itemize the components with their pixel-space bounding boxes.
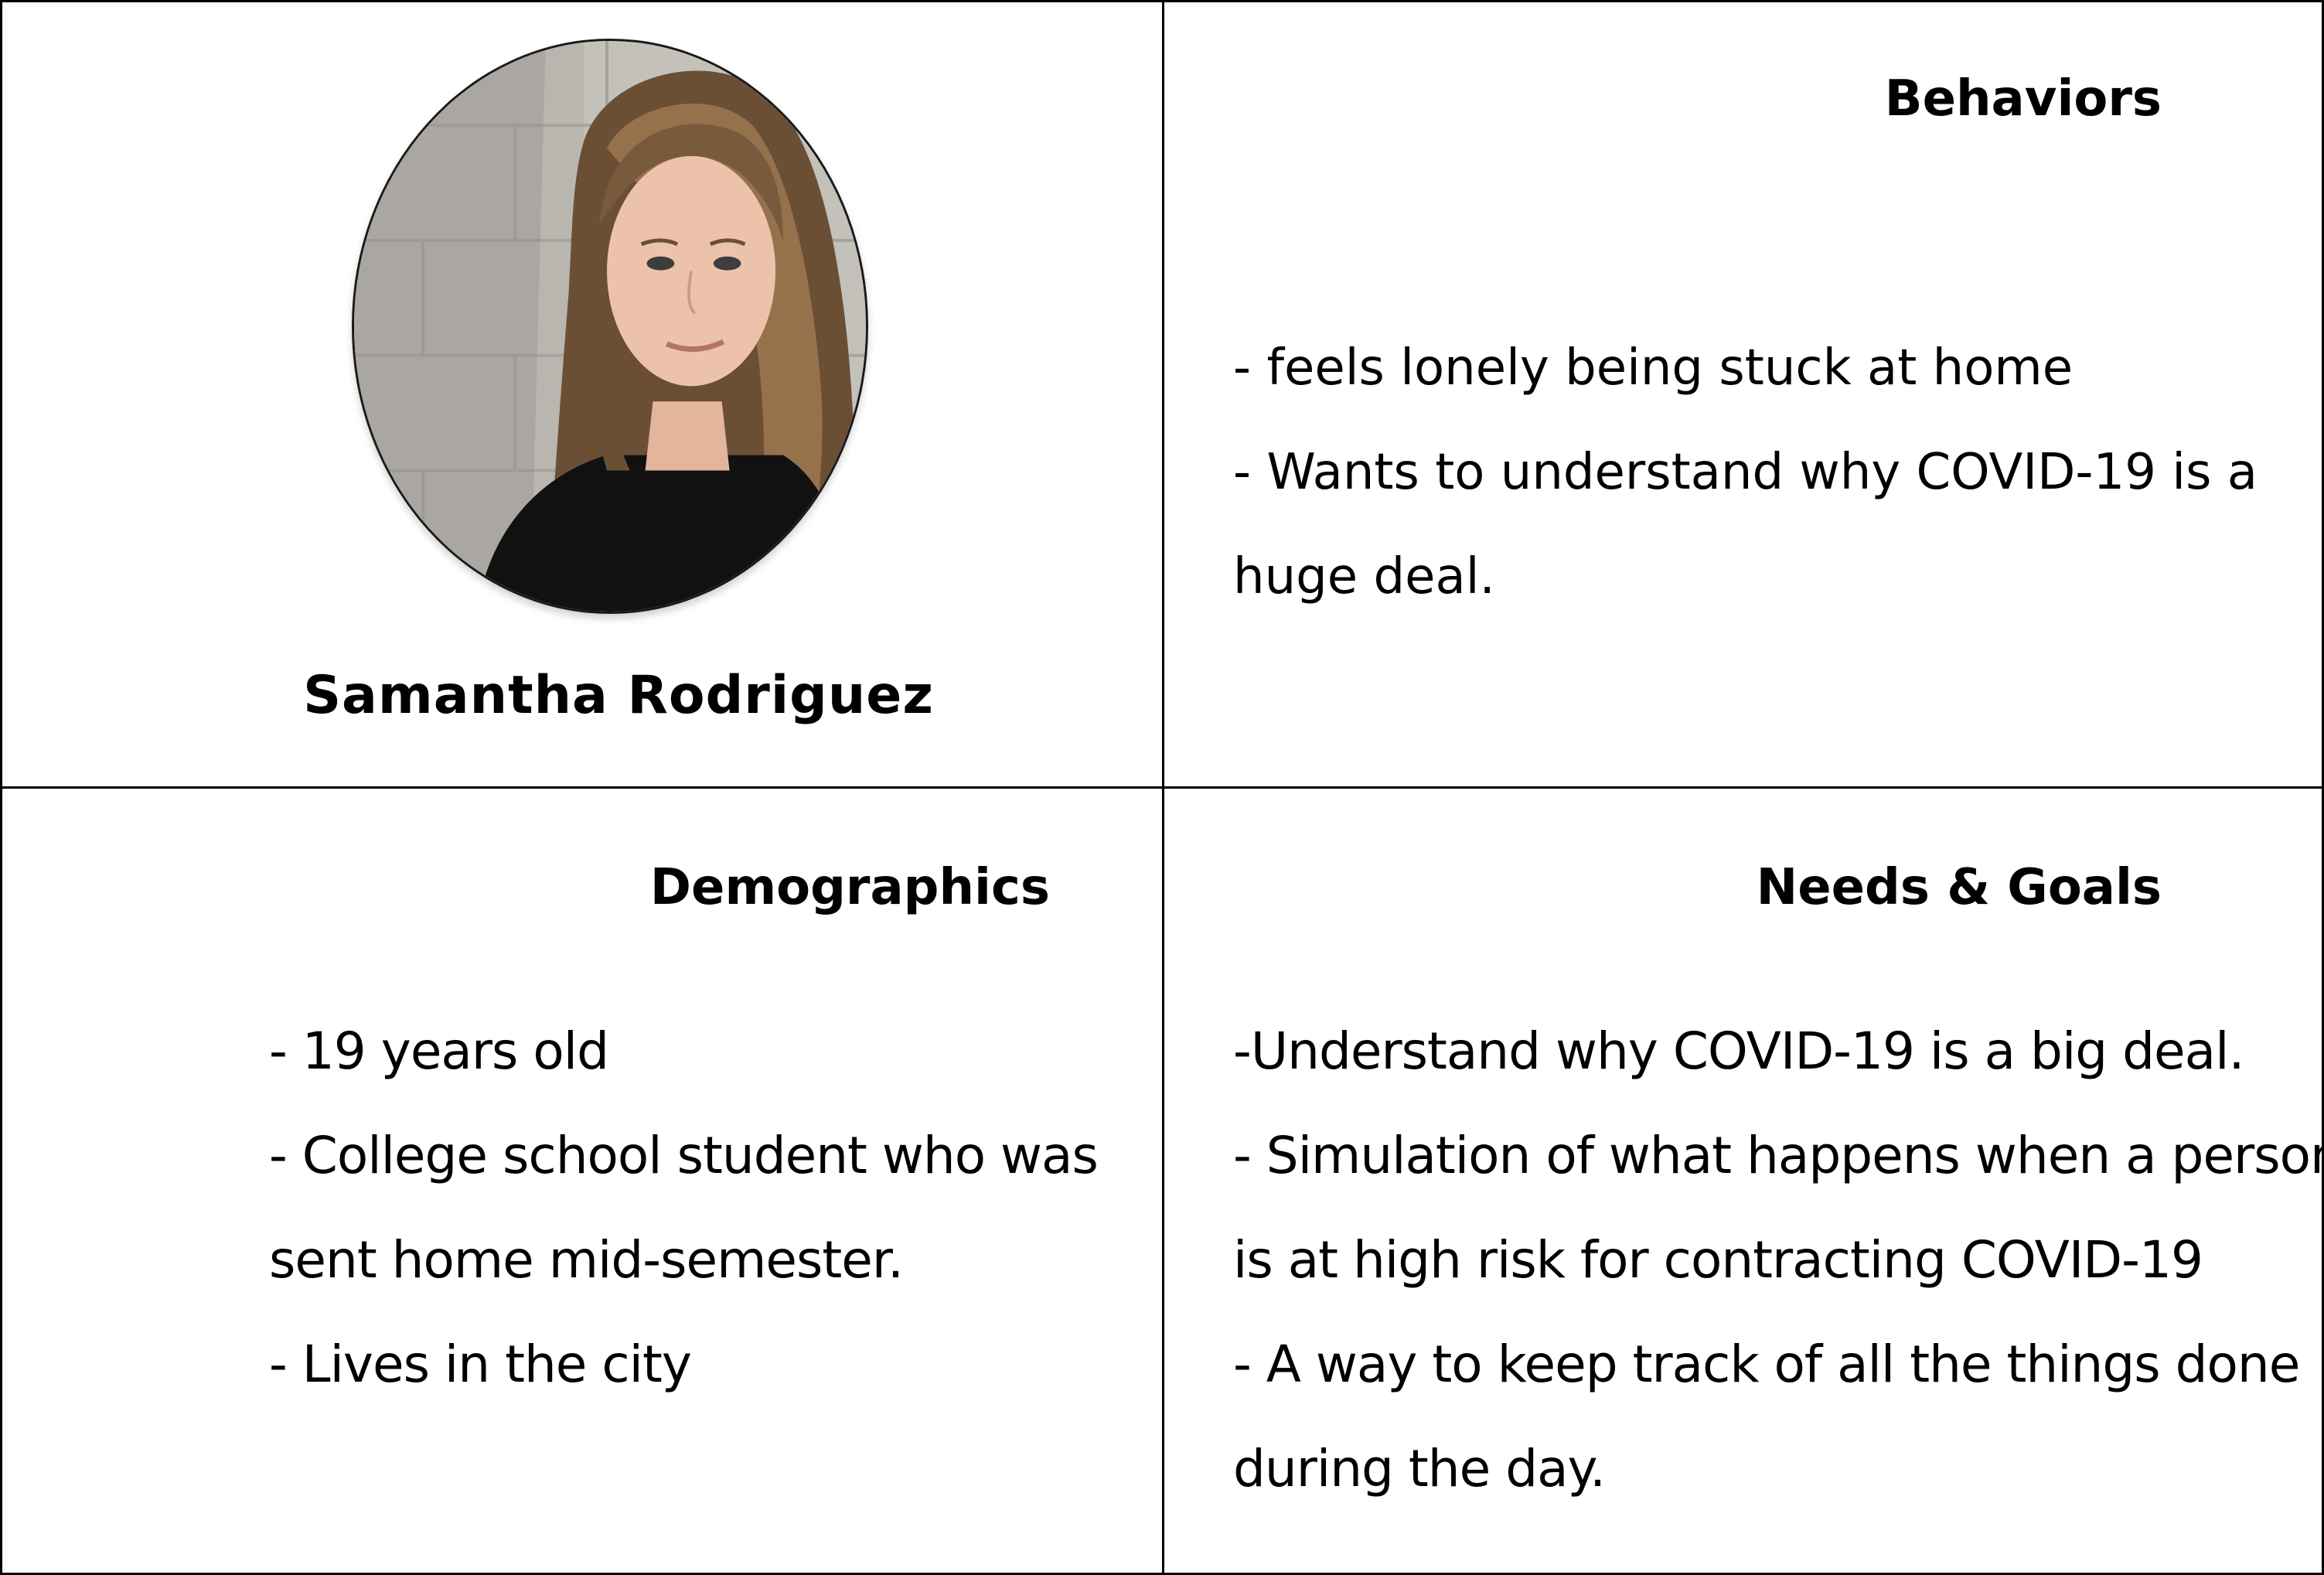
needs-goals-line: is at high risk for contracting COVID-19 [1233, 1230, 2203, 1290]
demographics-line: - College school student who was [269, 1126, 1099, 1185]
avatar-photo-illustration [354, 41, 866, 612]
demographics-list: - 19 years old - College school student … [269, 999, 1099, 1416]
persona-name: Samantha Rodriguez [303, 665, 934, 726]
needs-goals-list: -Understand why COVID-19 is a big deal. … [1233, 999, 2324, 1521]
persona-grid: Samantha Rodriguez Behaviors - feels lon… [0, 0, 2324, 1575]
grid-divider-horizontal [0, 786, 2324, 789]
persona-avatar [352, 39, 868, 614]
needs-goals-heading: Needs & Goals [1756, 859, 2162, 916]
needs-goals-line: -Understand why COVID-19 is a big deal. [1233, 1021, 2244, 1081]
demographics-heading: Demographics [649, 859, 1050, 916]
demographics-line: - 19 years old [269, 1021, 609, 1081]
behaviors-line: - Wants to understand why COVID-19 is a [1233, 444, 2258, 501]
behaviors-heading: Behaviors [1884, 70, 2162, 128]
needs-goals-line: - A way to keep track of all the things … [1233, 1335, 2300, 1394]
demographics-line: - Lives in the city [269, 1335, 692, 1394]
needs-goals-line: - Simulation of what happens when a pers… [1233, 1126, 2324, 1185]
needs-goals-line: during the day. [1233, 1439, 1606, 1498]
demographics-line: sent home mid-semester. [269, 1230, 904, 1290]
behaviors-line: huge deal. [1233, 548, 1495, 605]
behaviors-line: - feels lonely being stuck at home [1233, 339, 2074, 397]
behaviors-list: - feels lonely being stuck at home - Wan… [1233, 316, 2258, 629]
